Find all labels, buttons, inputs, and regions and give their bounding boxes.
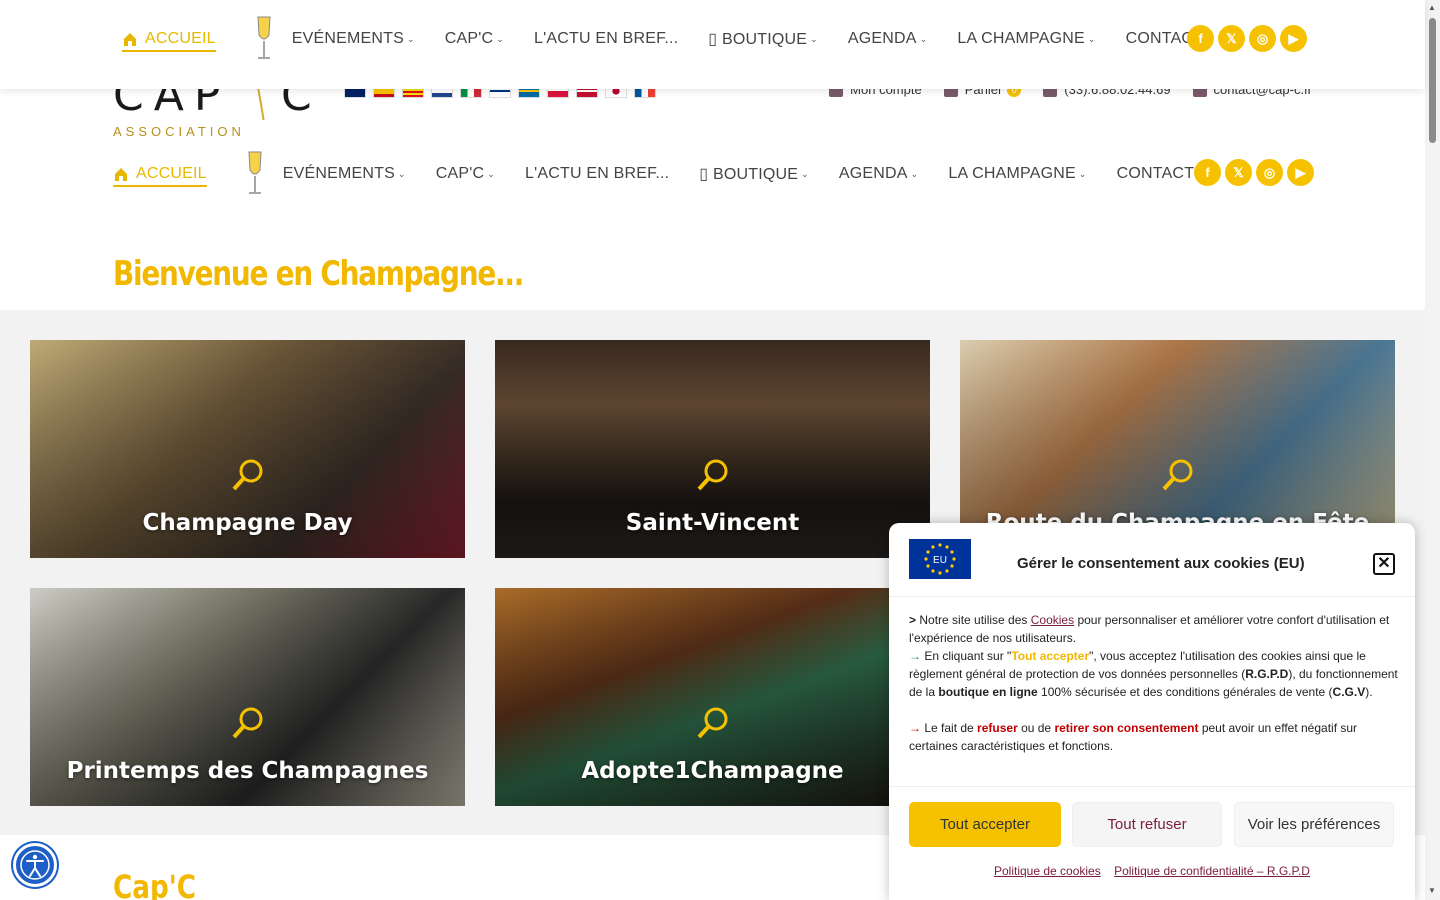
event-title: Printemps des Champagnes [66,758,429,784]
nav-main-item[interactable]: ▯ BOUTIQUE ⌄ [699,164,809,184]
accept-all-button[interactable]: Tout accepter [909,802,1061,847]
privacy-policy-link[interactable]: Politique de confidentialité – R.G.P.D [1114,864,1310,878]
nav-sticky-item[interactable]: ▯ BOUTIQUE ⌄ [708,29,818,49]
nav-item-label: LA CHAMPAGNE [957,30,1085,47]
welcome-heading: Bienvenue en Champagne... [113,254,524,294]
nav-item-label: ▯ BOUTIQUE [708,31,808,48]
chevron-down-icon: ⌄ [487,168,496,179]
cookie-header: EU Gérer le consentement aux cookies (EU… [889,523,1415,597]
instagram-icon[interactable]: ◎ [1249,25,1276,52]
nav-sticky-item[interactable]: EVÉNEMENTS ⌄ [292,30,415,48]
nav-item-label: AGENDA [847,30,917,47]
event-title: Saint-Vincent [625,510,800,536]
champagne-glass-icon [248,151,262,194]
sticky-header: ACCUEIL EVÉNEMENTS ⌄ CAP'C ⌄ L'ACTU EN BREF.… [0,0,1425,89]
magnifier-icon [232,459,262,491]
youtube-icon[interactable]: ▶ [1280,25,1307,52]
event-card[interactable]: Adopte1Champagne [495,588,930,806]
nav-sticky-item[interactable]: CAP'C ⌄ [445,30,504,48]
cookie-paragraph-3: → Le fait de refuser ou de retirer son c… [909,721,1358,753]
refuse-all-button[interactable]: Tout refuser [1072,802,1222,847]
cookies-link[interactable]: Cookies [1031,613,1074,627]
cookie-paragraph-2: → En cliquant sur "Tout accepter", vous … [909,649,1398,699]
youtube-icon[interactable]: ▶ [1287,159,1314,186]
nav-main-item[interactable]: LA CHAMPAGNE ⌄ [948,165,1086,183]
svg-text:EU: EU [933,555,947,566]
nav-main-item[interactable]: AGENDA ⌄ [839,165,919,183]
chevron-down-icon: ⌄ [919,33,928,44]
nav-item-label: EVÉNEMENTS [282,165,396,182]
event-card[interactable]: Saint-Vincent [495,340,930,558]
chevron-down-icon: ⌄ [407,33,415,44]
magnifier-icon [1162,459,1192,491]
nav-main-item[interactable]: CAP'C ⌄ [436,165,495,183]
chevron-down-icon: ⌄ [810,33,818,44]
social-links-main: f 𝕏 ◎ ▶ [1190,159,1314,186]
chevron-down-icon: ⌄ [1087,33,1096,44]
eu-flag-icon: EU [909,539,971,579]
nav-sticky-item[interactable]: LA CHAMPAGNE ⌄ [957,30,1095,48]
nav-sticky-item[interactable]: L'ACTU EN BREF... [534,30,678,48]
nav-home[interactable]: ACCUEIL [122,30,216,52]
nav-main-item[interactable]: L'ACTU EN BREF... [525,165,669,183]
main-nav-sticky: ACCUEIL EVÉNEMENTS ⌄ CAP'C ⌄ L'ACTU EN BREF.… [122,16,1233,59]
nav-home-main[interactable]: ACCUEIL [113,165,207,187]
page-scrollbar[interactable]: ▲ ▼ [1425,0,1440,900]
social-links-sticky: f 𝕏 ◎ ▶ [1183,25,1307,52]
chevron-down-icon: ⌄ [801,168,809,179]
cookie-consent-panel: EU Gérer le consentement aux cookies (EU… [889,523,1415,900]
nav-item-label: CAP'C [435,165,485,182]
cookie-paragraph-1: > Notre site utilise des Cookies pour pe… [909,613,1390,645]
home-icon [124,33,136,46]
facebook-icon[interactable]: f [1194,159,1221,186]
chevron-down-icon: ⌄ [398,168,406,179]
nav-item-label: CONTACT [1116,165,1195,182]
nav-home-label: ACCUEIL [145,30,216,47]
nav-item-label: ▯ BOUTIQUE [699,166,799,183]
nav-item-label: L'ACTU EN BREF... [525,165,670,182]
home-icon [115,168,127,181]
cookie-footer: Tout accepter Tout refuser Voir les préf… [889,786,1415,900]
champagne-glass-icon [257,16,271,59]
chevron-down-icon: ⌄ [1078,168,1087,179]
magnifier-icon [697,459,727,491]
nav-item-label: CAP'C [444,30,494,47]
event-card[interactable]: Champagne Day [30,340,465,558]
accessibility-icon[interactable] [13,843,57,887]
facebook-icon[interactable]: f [1187,25,1214,52]
logo-subtitle: ASSOCIATION [113,124,245,139]
cookie-text: > Notre site utilise des Cookies pour pe… [909,611,1399,755]
nav-sticky-item[interactable]: AGENDA ⌄ [848,30,928,48]
preferences-button[interactable]: Voir les préférences [1234,802,1394,847]
nav-main-item[interactable]: CONTACT [1117,165,1195,183]
x-icon[interactable]: 𝕏 [1218,25,1245,52]
cookie-title: Gérer le consentement aux cookies (EU) [1017,555,1305,572]
policy-links: Politique de cookies Politique de confid… [889,864,1415,878]
chevron-down-icon: ⌄ [496,33,505,44]
event-title: Champagne Day [142,510,353,536]
nav-item-label: AGENDA [838,165,908,182]
event-card[interactable]: Printemps des Champagnes [30,588,465,806]
magnifier-icon [232,707,262,739]
section-title: Cap'C [113,868,197,900]
instagram-icon[interactable]: ◎ [1256,159,1283,186]
chevron-down-icon: ⌄ [910,168,919,179]
scrollbar-thumb[interactable] [1429,18,1436,143]
nav-main-item[interactable]: EVÉNEMENTS ⌄ [283,165,406,183]
nav-item-label: EVÉNEMENTS [291,30,405,47]
x-icon[interactable]: 𝕏 [1225,159,1252,186]
nav-item-label: LA CHAMPAGNE [948,165,1076,182]
cookie-policy-link[interactable]: Politique de cookies [994,864,1101,878]
main-nav: ACCUEIL EVÉNEMENTS ⌄ CAP'C ⌄ L'ACTU EN BREF.… [113,151,1224,194]
event-title: Adopte1Champagne [581,758,844,784]
nav-home-label: ACCUEIL [136,165,207,182]
close-icon[interactable]: ✕ [1373,553,1395,575]
magnifier-icon [697,707,727,739]
nav-item-label: L'ACTU EN BREF... [534,30,679,47]
